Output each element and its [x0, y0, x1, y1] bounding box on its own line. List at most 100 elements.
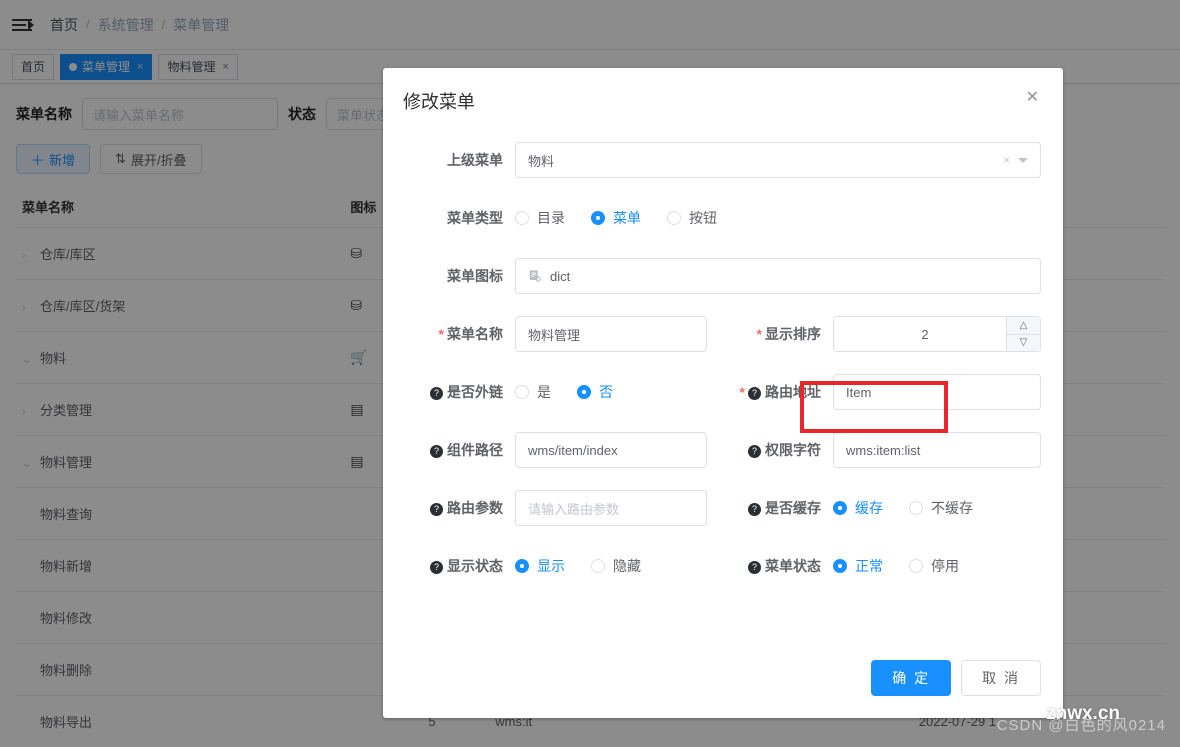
radio-label: 否: [599, 384, 613, 400]
help-icon[interactable]: ?: [430, 560, 443, 574]
route-path-input[interactable]: Item: [833, 374, 1041, 410]
menu-icon-value: dict: [550, 268, 571, 284]
route-path-label: *? 路由地址: [739, 384, 821, 400]
is-cache-radio-group: 缓存 不缓存: [833, 490, 1041, 526]
radio-cache-on[interactable]: 缓存: [833, 498, 883, 518]
dict-icon: [528, 269, 542, 283]
help-icon[interactable]: ?: [748, 386, 761, 400]
field-route-params: ? 路由参数 请输入路由参数: [405, 490, 723, 526]
field-menu-icon: 菜单图标 dict: [405, 258, 1041, 294]
display-status-label: ? 显示状态: [405, 548, 515, 584]
chevron-down-icon[interactable]: ▽: [1007, 335, 1040, 352]
field-menu-status: ? 菜单状态 正常 停用: [723, 548, 1041, 584]
menu-name-label: * 菜单名称: [438, 326, 503, 342]
radio-menu-type-directory[interactable]: 目录: [515, 208, 565, 228]
menu-status-radio-group: 正常 停用: [833, 548, 1041, 584]
field-menu-type: 菜单类型 目录 菜单 按钮: [405, 200, 1041, 236]
radio-dot-icon: [909, 559, 923, 573]
form-row-status: ? 显示状态 显示 隐藏 ? 菜单状态 正常 停用: [405, 548, 1041, 584]
radio-label: 菜单: [613, 210, 641, 226]
is-external-label: ? 是否外链: [405, 374, 515, 410]
edit-menu-dialog: 修改菜单 ✕ 上级菜单 物料 × 菜单类型 目录 菜单 按钮 菜单图标 dict…: [383, 68, 1063, 718]
field-parent-menu: 上级菜单 物料 ×: [405, 142, 1041, 178]
radio-label: 不缓存: [931, 500, 973, 516]
stepper-buttons: △ ▽: [1006, 317, 1040, 351]
parent-menu-value: 物料: [528, 153, 555, 169]
radio-label: 正常: [855, 558, 883, 574]
help-icon[interactable]: ?: [430, 444, 443, 458]
help-icon[interactable]: ?: [430, 386, 443, 400]
field-route-path: *? 路由地址 Item: [723, 374, 1041, 410]
is-external-radio-group: 是 否: [515, 374, 723, 410]
is-cache-label: ? 是否缓存: [723, 490, 833, 526]
radio-external-yes[interactable]: 是: [515, 382, 551, 402]
menu-status-label: ? 菜单状态: [723, 548, 833, 584]
radio-dot-icon: [667, 211, 681, 225]
form-row-parent-menu: 上级菜单 物料 ×: [405, 142, 1041, 178]
form-row-menu-icon: 菜单图标 dict: [405, 258, 1041, 294]
chevron-down-icon[interactable]: [1018, 157, 1028, 163]
radio-dot-icon: [577, 385, 591, 399]
help-icon[interactable]: ?: [748, 444, 761, 458]
chevron-up-icon[interactable]: △: [1007, 317, 1040, 335]
menu-icon-input[interactable]: dict: [515, 258, 1041, 294]
help-icon[interactable]: ?: [748, 560, 761, 574]
radio-dot-icon: [515, 211, 529, 225]
radio-display-show[interactable]: 显示: [515, 556, 565, 576]
route-params-label: ? 路由参数: [405, 490, 515, 526]
radio-label: 显示: [537, 558, 565, 574]
app-root: 首页 / 系统管理 / 菜单管理 首页 菜单管理 × 物料管理 × 菜单名称 请…: [0, 0, 1180, 747]
parent-menu-select[interactable]: 物料 ×: [515, 142, 1041, 178]
display-status-radio-group: 显示 隐藏: [515, 548, 723, 584]
menu-name-input[interactable]: 物料管理: [515, 316, 707, 352]
radio-label: 目录: [537, 210, 565, 226]
radio-status-normal[interactable]: 正常: [833, 556, 883, 576]
form-row-params-cache: ? 路由参数 请输入路由参数 ? 是否缓存 缓存 不缓存: [405, 490, 1041, 526]
dialog-body: 上级菜单 物料 × 菜单类型 目录 菜单 按钮 菜单图标 dict * 菜单名称…: [383, 124, 1063, 660]
menu-type-label: 菜单类型: [447, 210, 503, 226]
radio-dot-icon: [833, 501, 847, 515]
confirm-button[interactable]: 确 定: [871, 660, 952, 696]
radio-label: 隐藏: [613, 558, 641, 574]
clear-icon[interactable]: ×: [1003, 153, 1010, 167]
radio-menu-type-button[interactable]: 按钮: [667, 208, 717, 228]
radio-label: 是: [537, 384, 551, 400]
required-marker: *: [756, 326, 762, 342]
perm-string-input[interactable]: wms:item:list: [833, 432, 1041, 468]
radio-dot-icon: [909, 501, 923, 515]
radio-status-disabled[interactable]: 停用: [909, 556, 959, 576]
cancel-button[interactable]: 取 消: [961, 660, 1041, 696]
radio-label: 缓存: [855, 500, 883, 516]
field-component-path: ? 组件路径 wms/item/index: [405, 432, 723, 468]
dialog-title: 修改菜单: [403, 92, 475, 112]
component-path-input[interactable]: wms/item/index: [515, 432, 707, 468]
radio-external-no[interactable]: 否: [577, 382, 613, 402]
display-order-label: * 显示排序: [756, 326, 821, 342]
required-marker: *: [739, 384, 745, 400]
menu-type-radio-group: 目录 菜单 按钮: [515, 200, 1041, 236]
help-icon[interactable]: ?: [748, 502, 761, 516]
form-row-menu-type: 菜单类型 目录 菜单 按钮: [405, 200, 1041, 236]
field-display-status: ? 显示状态 显示 隐藏: [405, 548, 723, 584]
required-marker: *: [438, 326, 444, 342]
field-display-order: * 显示排序 2 △ ▽: [723, 316, 1041, 352]
radio-cache-off[interactable]: 不缓存: [909, 498, 973, 518]
perm-string-label: ? 权限字符: [723, 432, 833, 468]
form-row-name-order: * 菜单名称 物料管理 * 显示排序 2 △ ▽: [405, 316, 1041, 352]
dialog-header: 修改菜单 ✕: [383, 68, 1063, 124]
radio-menu-type-menu[interactable]: 菜单: [591, 208, 641, 228]
route-params-input[interactable]: 请输入路由参数: [515, 490, 707, 526]
close-icon[interactable]: ✕: [1022, 88, 1043, 108]
form-row-component-perm: ? 组件路径 wms/item/index ? 权限字符 wms:item:list: [405, 432, 1041, 468]
parent-menu-label: 上级菜单: [447, 152, 503, 168]
menu-icon-label: 菜单图标: [447, 268, 503, 284]
form-row-external-route: ? 是否外链 是 否 * ? 路由地址 Item: [405, 374, 1041, 410]
radio-dot-icon: [833, 559, 847, 573]
field-is-external: ? 是否外链 是 否: [405, 374, 723, 410]
display-order-stepper[interactable]: 2 △ ▽: [833, 316, 1041, 352]
dialog-footer: 确 定 取 消: [383, 660, 1063, 718]
field-is-cache: ? 是否缓存 缓存 不缓存: [723, 490, 1041, 526]
radio-dot-icon: [515, 559, 529, 573]
radio-display-hide[interactable]: 隐藏: [591, 556, 641, 576]
help-icon[interactable]: ?: [430, 502, 443, 516]
